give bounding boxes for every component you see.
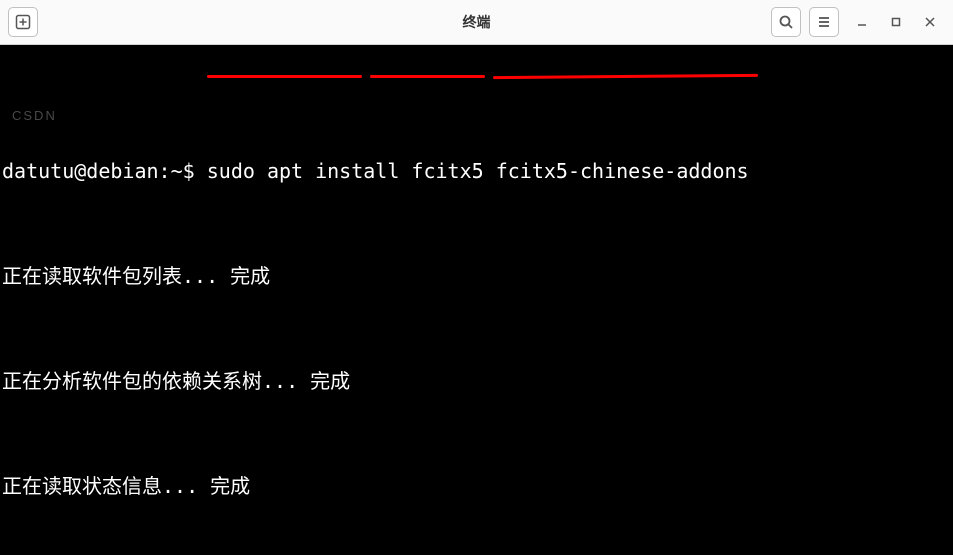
terminal-output-line: 正在分析软件包的依赖关系树... 完成 bbox=[2, 364, 951, 399]
annotation-underline bbox=[493, 74, 758, 79]
search-button[interactable] bbox=[771, 7, 801, 37]
close-button[interactable] bbox=[915, 7, 945, 37]
minimize-button[interactable] bbox=[847, 7, 877, 37]
search-icon bbox=[778, 14, 794, 30]
terminal-output[interactable]: CSDN datutu@debian:~$ sudo apt install f… bbox=[0, 45, 953, 555]
terminal-output-line: 正在读取软件包列表... 完成 bbox=[2, 259, 951, 294]
annotation-underline bbox=[370, 75, 485, 78]
prompt-user-host: datutu@debian bbox=[2, 159, 159, 183]
close-icon bbox=[924, 16, 936, 28]
terminal-output-line: 正在读取状态信息... 完成 bbox=[2, 469, 951, 504]
titlebar-right-group bbox=[771, 7, 945, 37]
prompt-path: ~ bbox=[171, 159, 183, 183]
menu-button[interactable] bbox=[809, 7, 839, 37]
prompt-separator: : bbox=[159, 159, 171, 183]
annotation-underline bbox=[207, 75, 362, 78]
watermark-text: CSDN bbox=[12, 105, 57, 128]
hamburger-icon bbox=[816, 14, 832, 30]
terminal-prompt-line: datutu@debian:~$ sudo apt install fcitx5… bbox=[2, 154, 951, 189]
window-title: 终端 bbox=[463, 12, 491, 32]
titlebar-left-group bbox=[8, 7, 42, 37]
minimize-icon bbox=[856, 16, 868, 28]
maximize-button[interactable] bbox=[881, 7, 911, 37]
window-titlebar: 终端 bbox=[0, 0, 953, 45]
maximize-icon bbox=[890, 16, 902, 28]
prompt-end: $ bbox=[183, 159, 207, 183]
new-tab-button[interactable] bbox=[8, 7, 38, 37]
terminal-command: sudo apt install fcitx5 fcitx5-chinese-a… bbox=[207, 159, 749, 183]
plus-box-icon bbox=[15, 14, 31, 30]
